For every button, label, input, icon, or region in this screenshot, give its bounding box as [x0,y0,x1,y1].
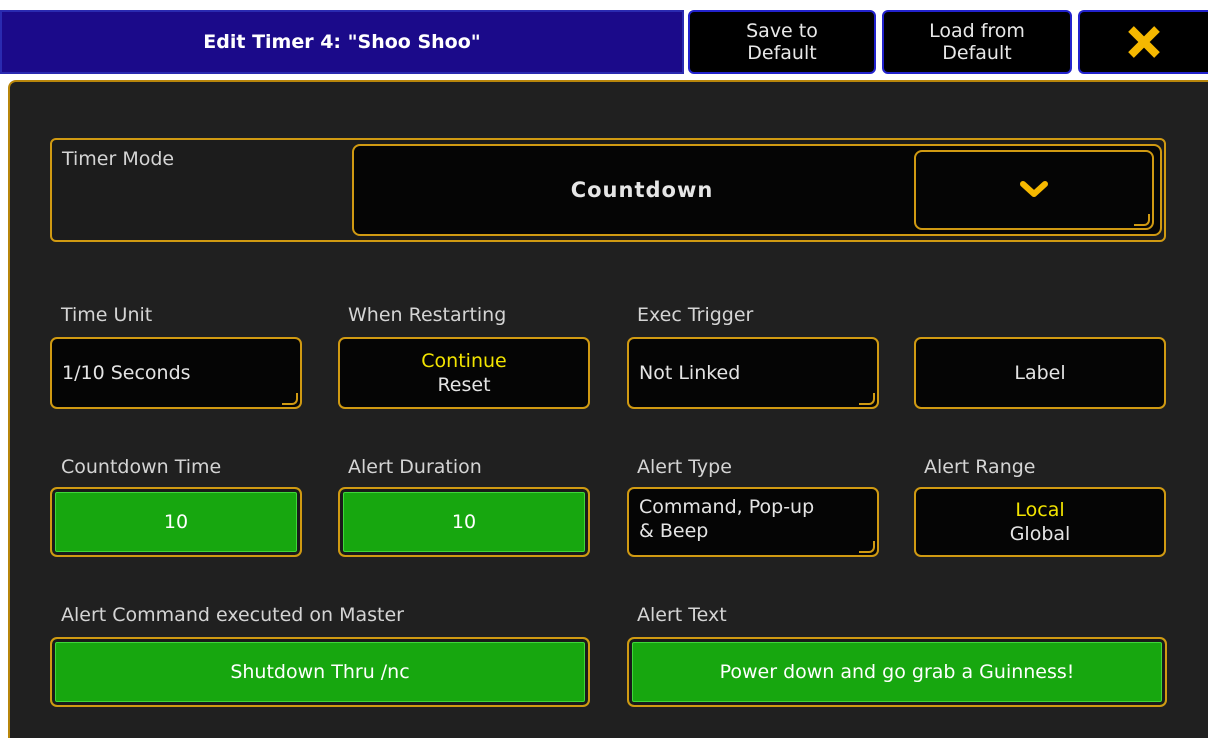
alert-duration-label: Alert Duration [348,456,482,478]
alert-type-select[interactable]: Command, Pop-up & Beep [627,487,879,557]
alert-duration-value: 10 [451,511,477,533]
dialog-title: Edit Timer 4: "Shoo Shoo" [0,10,684,74]
load-from-default-label-line1: Load from [929,20,1025,42]
countdown-time-label: Countdown Time [61,456,222,478]
alert-range-option-global: Global [1009,523,1071,545]
time-unit-label: Time Unit [61,304,153,326]
alert-text-input[interactable]: Power down and go grab a Guinness! [627,637,1167,707]
alert-range-toggle[interactable]: Local Global [914,487,1166,557]
alert-text-value: Power down and go grab a Guinness! [719,661,1075,683]
time-unit-value: 1/10 Seconds [62,362,191,384]
exec-trigger-select[interactable]: Not Linked [627,337,879,409]
timer-mode-label: Timer Mode [62,148,175,170]
exec-trigger-label-button[interactable]: Label [914,337,1166,409]
alert-duration-input[interactable]: 10 [338,487,590,557]
save-to-default-button[interactable]: Save to Default [688,10,876,74]
countdown-time-input[interactable]: 10 [50,487,302,557]
alert-range-label: Alert Range [924,456,1036,478]
countdown-time-value: 10 [163,511,189,533]
alert-type-label: Alert Type [637,456,732,478]
timer-mode-dropdown-button[interactable] [914,150,1154,230]
alert-range-option-local: Local [1015,499,1065,521]
exec-trigger-label: Exec Trigger [637,304,754,326]
alert-type-value-line1: Command, Pop-up [639,496,815,518]
edit-timer-panel: Timer Mode Countdown Time Unit When Rest… [8,80,1208,738]
when-restarting-toggle[interactable]: Continue Reset [338,337,590,409]
close-button[interactable] [1078,10,1208,74]
save-to-default-label-line2: Default [747,42,817,64]
load-from-default-button[interactable]: Load from Default [882,10,1072,74]
alert-command-label: Alert Command executed on Master [61,604,404,626]
close-icon [1128,26,1160,58]
time-unit-select[interactable]: 1/10 Seconds [50,337,302,409]
exec-trigger-label-button-text: Label [1014,362,1066,384]
when-restarting-option-continue: Continue [421,350,507,372]
timer-mode-group: Timer Mode Countdown [50,138,1166,242]
alert-text-label: Alert Text [637,604,727,626]
load-from-default-label-line2: Default [942,42,1012,64]
chevron-down-icon [1020,181,1048,197]
alert-command-input[interactable]: Shutdown Thru /nc [50,637,590,707]
when-restarting-option-reset: Reset [437,374,491,396]
when-restarting-label: When Restarting [348,304,507,326]
save-to-default-label-line1: Save to [746,20,818,42]
alert-type-value-line2: & Beep [639,520,709,542]
alert-command-value: Shutdown Thru /nc [230,661,410,683]
exec-trigger-value: Not Linked [639,362,741,384]
